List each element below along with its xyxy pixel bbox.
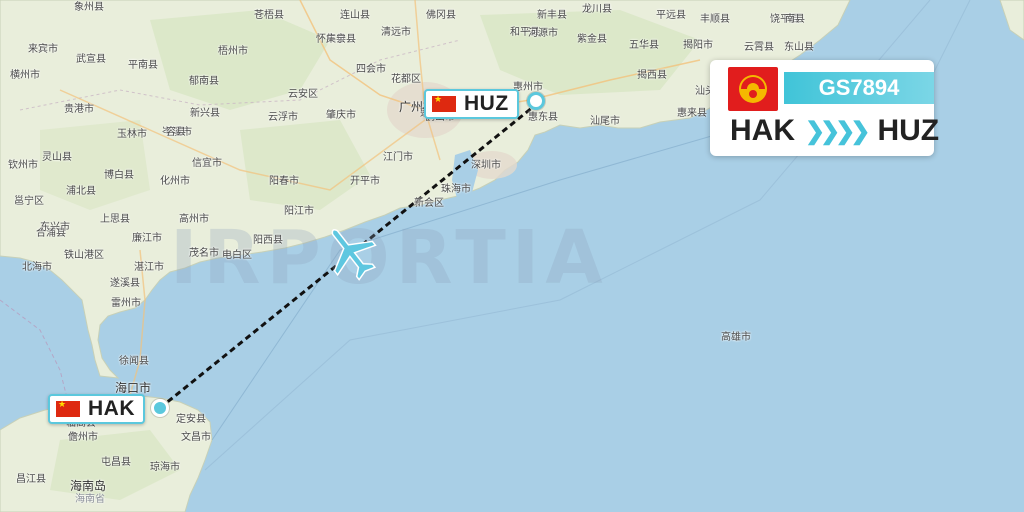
flight-number: GS7894 bbox=[784, 72, 934, 104]
route-arrow-icon: ❯❯❯❯ bbox=[805, 117, 870, 145]
place-label: 平南县 bbox=[128, 60, 158, 71]
place-label: 东兴市 bbox=[40, 222, 70, 233]
place-label: 铁山港区 bbox=[64, 250, 104, 261]
origin-airport-label[interactable]: HAK bbox=[48, 394, 145, 424]
place-label: 新丰县 bbox=[537, 10, 567, 21]
place-label: 武宣县 bbox=[76, 54, 106, 65]
place-label: 茂名市 bbox=[189, 248, 219, 259]
origin-code: HAK bbox=[88, 397, 135, 420]
place-label: 河源市 bbox=[528, 28, 558, 39]
place-label: 海南岛 bbox=[70, 479, 107, 493]
place-label: 电白区 bbox=[222, 250, 252, 261]
origin-airport-marker[interactable] bbox=[151, 399, 169, 417]
place-label: 深圳市 bbox=[471, 160, 501, 171]
place-label: 新兴县 bbox=[190, 108, 220, 119]
place-label: 惠来县 bbox=[677, 108, 707, 119]
place-label: 高州市 bbox=[179, 214, 209, 225]
airline-logo-icon bbox=[728, 67, 778, 111]
place-label: 紫金县 bbox=[577, 34, 607, 45]
place-label: 湛江市 bbox=[134, 262, 164, 273]
place-label: 阳春市 bbox=[269, 176, 299, 187]
place-label: 南县 bbox=[785, 14, 805, 25]
place-label: 开平市 bbox=[350, 176, 380, 187]
place-label: 上思县 bbox=[100, 214, 130, 225]
place-label: 四会市 bbox=[356, 64, 386, 75]
place-label: 花都区 bbox=[391, 74, 421, 85]
place-label: 徐闻县 bbox=[119, 356, 149, 367]
place-label: 惠东县 bbox=[528, 112, 558, 123]
place-label: 灵山县 bbox=[42, 152, 72, 163]
china-flag-icon bbox=[432, 95, 456, 112]
place-label: 云浮市 bbox=[268, 112, 298, 123]
airplane-icon bbox=[331, 229, 377, 281]
destination-airport-label[interactable]: HUZ bbox=[424, 89, 519, 119]
destination-code: HUZ bbox=[464, 92, 509, 115]
china-flag-icon bbox=[56, 400, 80, 417]
place-label: 阳西县 bbox=[253, 235, 283, 246]
place-label: 云霄县 bbox=[744, 42, 774, 53]
place-label: 文昌市 bbox=[181, 432, 211, 443]
route-summary: HAK ❯❯❯❯ HUZ bbox=[730, 114, 939, 148]
route-origin: HAK bbox=[730, 114, 795, 147]
place-label: 廉江市 bbox=[132, 233, 162, 244]
place-label: 容县 bbox=[166, 127, 186, 138]
place-label: 清远市 bbox=[381, 27, 411, 38]
place-label: 云安区 bbox=[288, 89, 318, 100]
place-label: 邕宁区 bbox=[14, 196, 44, 207]
place-label: 定安县 bbox=[176, 414, 206, 425]
place-label: 丰顺县 bbox=[700, 14, 730, 25]
place-label: 北海市 bbox=[22, 262, 52, 273]
place-label: 揭阳市 bbox=[683, 40, 713, 51]
flight-info-card[interactable]: GS7894 HAK ❯❯❯❯ HUZ bbox=[710, 60, 939, 156]
place-label: 连山县 bbox=[340, 10, 370, 21]
place-label: 梧州市 bbox=[218, 46, 248, 57]
place-label: 肇庆市 bbox=[326, 110, 356, 121]
place-label: 海南省 bbox=[75, 494, 105, 505]
place-label: 玉林市 bbox=[117, 129, 147, 140]
place-label: 琼海市 bbox=[150, 462, 180, 473]
place-label: 汕尾市 bbox=[590, 116, 620, 127]
place-label: 珠海市 bbox=[441, 184, 471, 195]
place-label: 信宜市 bbox=[192, 158, 222, 169]
destination-airport-marker[interactable] bbox=[527, 92, 545, 110]
place-label: 博白县 bbox=[104, 170, 134, 181]
place-label: 钦州市 bbox=[8, 160, 38, 171]
place-label: 屯昌县 bbox=[101, 457, 131, 468]
place-label: 化州市 bbox=[160, 176, 190, 187]
place-label: 阳江市 bbox=[284, 206, 314, 217]
place-label: 新会区 bbox=[414, 198, 444, 209]
place-label: 揭西县 bbox=[637, 70, 667, 81]
place-label: 浦北县 bbox=[66, 186, 96, 197]
place-label: 横州市 bbox=[10, 70, 40, 81]
place-label: 苍梧县 bbox=[254, 10, 284, 21]
place-label: 东山县 bbox=[784, 42, 814, 53]
place-label: 高雄市 bbox=[721, 332, 751, 343]
place-label: 贵港市 bbox=[64, 104, 94, 115]
place-label: 儋州市 bbox=[68, 432, 98, 443]
route-destination: HUZ bbox=[877, 114, 940, 147]
place-label: 雷州市 bbox=[111, 298, 141, 309]
place-label: 郁南县 bbox=[189, 76, 219, 87]
place-label: 来宾市 bbox=[28, 44, 58, 55]
place-label: 江门市 bbox=[383, 152, 413, 163]
place-label: 龙川县 bbox=[582, 4, 612, 15]
place-label: 广宁县 bbox=[326, 34, 356, 45]
place-label: 五华县 bbox=[629, 40, 659, 51]
place-label: 佛冈县 bbox=[426, 10, 456, 21]
place-label: 平远县 bbox=[656, 10, 686, 21]
place-label: 遂溪县 bbox=[110, 278, 140, 289]
place-label: 象州县 bbox=[74, 2, 104, 13]
place-label: 海口市 bbox=[115, 381, 152, 395]
place-label: 昌江县 bbox=[16, 474, 46, 485]
